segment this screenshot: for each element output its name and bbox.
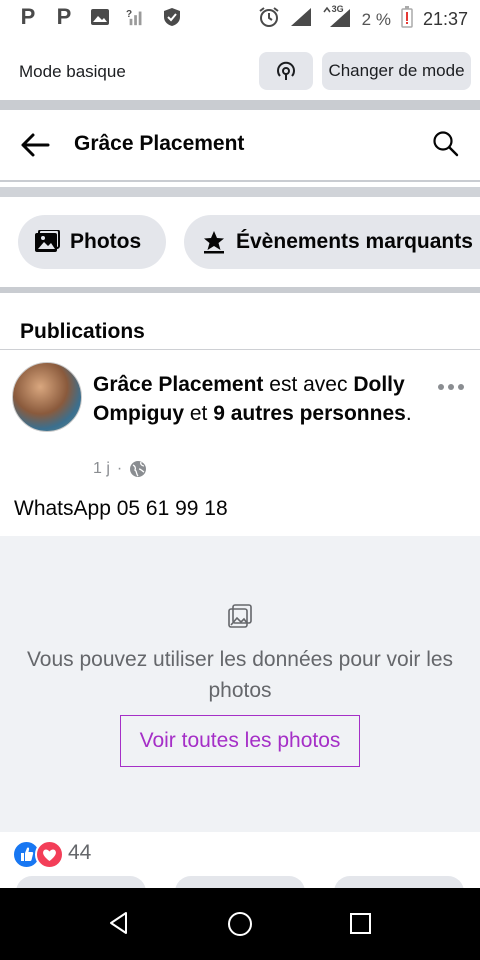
highlights-pill-label: Évènements marquants (236, 230, 473, 253)
nav-back-icon[interactable] (107, 911, 131, 940)
star-icon (204, 231, 224, 254)
globe-icon (130, 461, 147, 477)
nav-recents-icon[interactable] (350, 913, 371, 934)
signal-icon (290, 7, 312, 32)
change-mode-button[interactable]: Changer de mode (322, 52, 471, 90)
meta-separator: · (116, 460, 123, 477)
photos-pill[interactable]: Photos (18, 215, 166, 269)
alarm-icon (258, 6, 280, 33)
with-text: est avec (269, 373, 348, 396)
photo-message: Vous pouvez utiliser les données pour vo… (26, 648, 454, 702)
network-type: 3G (331, 4, 344, 14)
mode-label: Mode basique (19, 62, 126, 81)
mode-bar: Mode basique Changer de mode (0, 36, 480, 100)
shortcut-pills: Photos Évènements marquants (0, 197, 480, 287)
publications-section: Publications (0, 293, 480, 350)
status-left-icons: P P ? (18, 4, 182, 29)
status-bar: P P ? 3G 2 % 21:37 (0, 0, 480, 36)
nav-home-icon[interactable] (228, 912, 252, 936)
highlights-pill[interactable]: Évènements marquants (184, 215, 480, 269)
reaction-count: 44 (68, 841, 92, 864)
post-headline: Grâce Placement est avec Dolly Ompiguy e… (93, 370, 413, 428)
and-text: et (189, 402, 208, 425)
system-nav-bar (0, 888, 480, 960)
more-options-icon[interactable] (438, 384, 466, 394)
post: Grâce Placement est avec Dolly Ompiguy e… (0, 350, 480, 536)
clock: 21:37 (422, 9, 468, 29)
battery-percent: 2 % (361, 9, 391, 29)
battery-alert-icon (401, 6, 413, 33)
author-name[interactable]: Grâce Placement (93, 373, 263, 396)
signal-3g-icon: 3G (322, 4, 352, 33)
avatar[interactable] (12, 362, 82, 432)
p-notification-icon: P (20, 4, 36, 29)
search-icon[interactable] (432, 130, 462, 160)
status-right-icons: 3G 2 % 21:37 (258, 4, 468, 33)
photos-icon (35, 230, 60, 252)
image-icon (90, 6, 110, 28)
see-all-photos-button[interactable]: Voir toutes les photos (120, 715, 360, 767)
page-header: Grâce Placement (0, 110, 480, 180)
love-reaction-icon (35, 840, 64, 869)
post-body: WhatsApp 05 61 99 18 (14, 497, 228, 520)
end-punct: . (405, 402, 412, 425)
data-saver-button[interactable] (259, 52, 313, 90)
photos-pill-label: Photos (70, 230, 142, 253)
divider (0, 187, 480, 197)
divider (0, 100, 480, 110)
page-title: Grâce Placement (74, 132, 245, 155)
post-meta: 1 j · (93, 460, 147, 478)
section-title: Publications (20, 320, 145, 343)
svg-text:?: ? (126, 9, 132, 20)
broadcast-icon (277, 61, 295, 80)
signal-question-icon: ? (126, 6, 146, 28)
p-notification-icon: P (56, 4, 72, 29)
reactions-bar[interactable]: 44 (0, 832, 480, 896)
photo-placeholder: Vous pouvez utiliser les données pour vo… (0, 536, 480, 832)
back-arrow-icon[interactable] (20, 132, 52, 158)
other-people[interactable]: 9 autres personnes (213, 402, 406, 425)
image-placeholder-icon (227, 604, 253, 630)
shield-icon (162, 6, 182, 28)
post-time[interactable]: 1 j (93, 460, 110, 478)
divider (0, 180, 480, 182)
